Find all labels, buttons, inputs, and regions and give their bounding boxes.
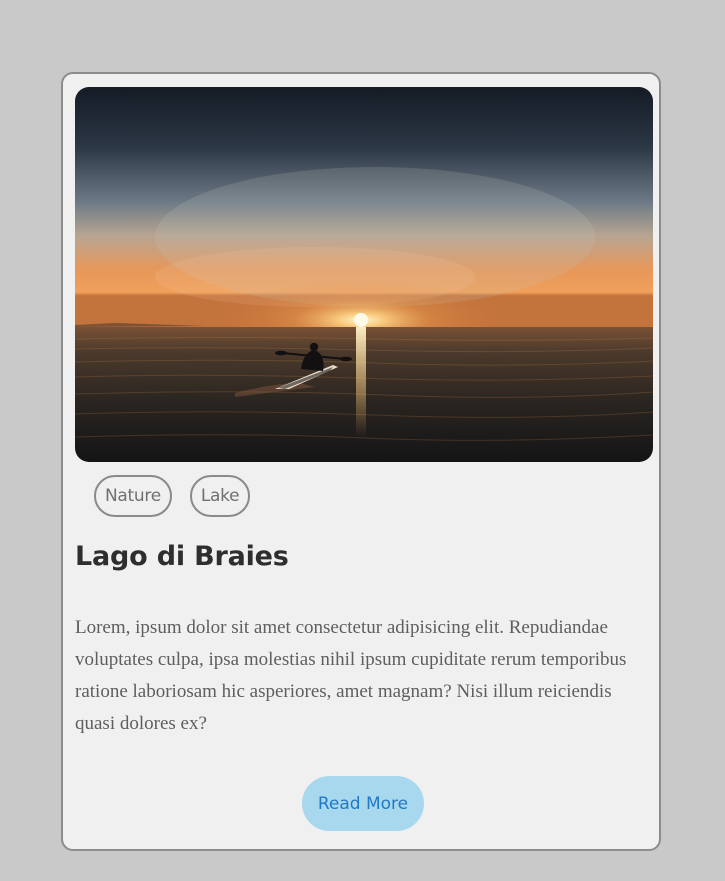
card-description: Lorem, ipsum dolor sit amet consectetur …	[75, 617, 627, 734]
card-image	[75, 87, 653, 462]
tag-lake[interactable]: Lake	[189, 475, 251, 517]
blog-card: Nature Lake Lago di Braies Lorem, ipsum …	[61, 72, 661, 851]
read-more-button[interactable]: Read More	[302, 776, 424, 831]
card-title: Lago di Braies	[75, 541, 289, 572]
tag-nature[interactable]: Nature	[94, 475, 172, 517]
tag-list: Nature Lake	[94, 475, 251, 517]
